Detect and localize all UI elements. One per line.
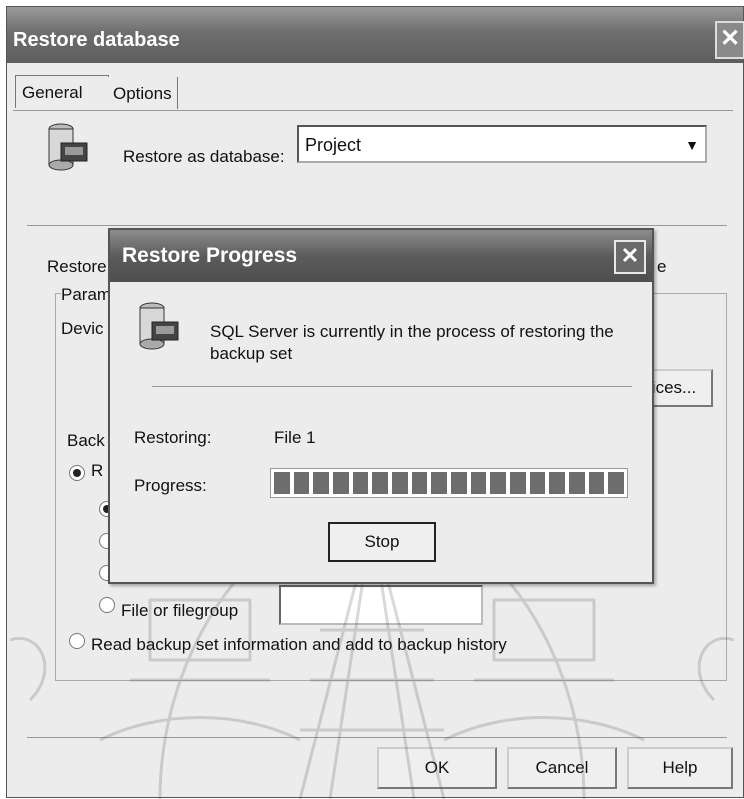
progress-block [608, 472, 625, 494]
file-or-filegroup-label: File or filegroup [121, 601, 239, 620]
restore-label: Restore: [47, 257, 112, 276]
window-title-bar[interactable]: Restore database ✕ [7, 7, 744, 63]
progress-block [372, 472, 389, 494]
progress-block [293, 472, 310, 494]
progress-message-line2: backup set [210, 344, 293, 363]
progress-block [490, 472, 507, 494]
progress-message-line1: SQL Server is currently in the process o… [210, 322, 614, 341]
radio-read-backup-set[interactable] [69, 633, 85, 649]
progress-block [470, 472, 487, 494]
window-title: Restore database [13, 29, 180, 51]
separator [152, 386, 632, 387]
restoring-value: File 1 [274, 428, 316, 447]
database-icon [48, 123, 88, 171]
progress-block [274, 472, 290, 494]
progress-block [549, 472, 566, 494]
help-button[interactable]: Help [627, 747, 733, 789]
progress-block [451, 472, 467, 494]
file-or-filegroup-input[interactable] [279, 585, 483, 625]
tab-panel-border [13, 110, 733, 111]
progress-block [392, 472, 408, 494]
restore-as-database-select[interactable]: Project ▼ [297, 125, 707, 163]
tab-options[interactable]: Options [107, 77, 178, 109]
tab-general[interactable]: General [15, 75, 109, 108]
progress-block [569, 472, 585, 494]
dialog-title-bar[interactable]: Restore Progress ✕ [110, 230, 652, 282]
progress-block [510, 472, 526, 494]
stop-button[interactable]: Stop [328, 522, 436, 562]
dialog-title: Restore Progress [122, 244, 298, 267]
separator [27, 737, 727, 738]
database-icon [139, 302, 179, 350]
restore-progress-dialog: Restore Progress ✕ SQL Server is current… [108, 228, 654, 584]
progress-label: Progress: [134, 476, 207, 495]
separator [27, 225, 727, 226]
restore-option-fragment: e [657, 257, 667, 276]
close-icon[interactable]: ✕ [715, 21, 744, 59]
radio-restore-database[interactable] [69, 465, 85, 481]
device-label: Devic [61, 319, 104, 338]
restore-as-label: Restore as database: [123, 147, 285, 166]
progress-block [411, 472, 428, 494]
progress-block [588, 472, 605, 494]
radio-file-or-filegroup[interactable] [99, 597, 115, 613]
ok-button[interactable]: OK [377, 747, 497, 789]
progress-block [529, 472, 546, 494]
progress-block [333, 472, 349, 494]
close-icon[interactable]: ✕ [614, 240, 646, 274]
progress-block [431, 472, 448, 494]
restoring-label: Restoring: [134, 428, 212, 447]
progress-block [352, 472, 369, 494]
backup-label: Back [67, 431, 105, 450]
chevron-down-icon[interactable]: ▼ [685, 137, 699, 153]
progress-bar [270, 468, 628, 498]
restore-as-value: Project [305, 135, 362, 155]
read-backup-set-label: Read backup set information and add to b… [91, 635, 507, 654]
cancel-button[interactable]: Cancel [507, 747, 617, 789]
radio-restore-label-fragment: R [91, 461, 104, 480]
progress-block [313, 472, 330, 494]
